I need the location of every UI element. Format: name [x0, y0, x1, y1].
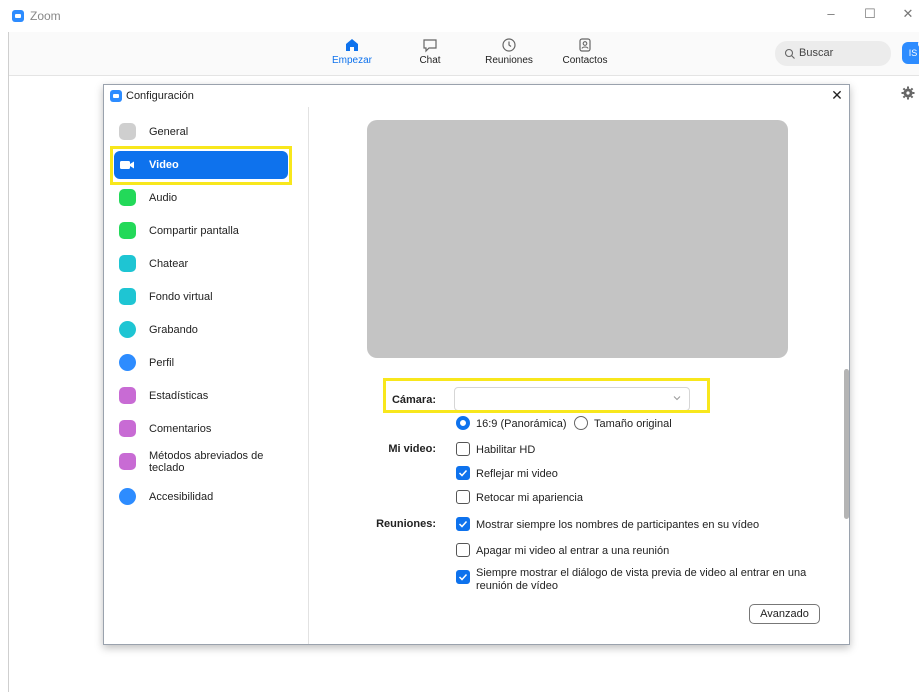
option-label: Mostrar siempre los nombres de participa… — [476, 519, 760, 531]
sidebar-item-fondo-virtual[interactable]: Fondo virtual — [114, 283, 288, 311]
virtual-background-icon — [119, 288, 136, 305]
option-label: Habilitar HD — [476, 444, 536, 456]
sidebar-item-label: Chatear — [149, 258, 189, 270]
sidebar-item-label: Audio — [149, 192, 178, 204]
option-label: Siempre mostrar el diálogo de vista prev… — [476, 567, 807, 592]
checkmark-icon — [458, 573, 468, 581]
record-icon — [119, 321, 136, 338]
camera-highlight-box — [383, 378, 710, 413]
checkbox[interactable] — [456, 490, 470, 504]
settings-sidebar: General Video Audio Compartir pantalla C… — [104, 107, 309, 644]
zoom-logo-icon — [110, 90, 122, 102]
sidebar-item-label: Compartir pantalla — [149, 225, 239, 237]
option-label: Retocar mi apariencia — [476, 492, 583, 504]
sidebar-item-chatear[interactable]: Chatear — [114, 250, 288, 278]
mi-video-label: Mi video: — [388, 443, 436, 455]
nav-tab-chat[interactable]: Chat — [400, 36, 460, 66]
option-label: Apagar mi video al entrar a una reunión — [476, 545, 670, 557]
keyboard-icon — [119, 453, 136, 470]
contacts-icon — [579, 38, 591, 52]
option-label: 16:9 (Panorámica) — [476, 418, 567, 430]
nav-label: Chat — [419, 55, 441, 66]
gear-icon — [119, 123, 136, 140]
video-preview — [367, 120, 788, 358]
option-label: Tamaño original — [594, 418, 672, 430]
reuniones-label: Reuniones: — [376, 518, 436, 530]
maximize-button[interactable]: ☐ — [860, 6, 880, 22]
window-left-border — [8, 32, 9, 692]
sidebar-item-compartir-pantalla[interactable]: Compartir pantalla — [114, 217, 288, 245]
checkmark-icon — [458, 469, 468, 477]
dialog-title-bar: Configuración ✕ — [104, 85, 849, 107]
main-title-bar: Zoom – ☐ ✕ — [0, 0, 919, 32]
sidebar-item-comentarios[interactable]: Comentarios — [114, 415, 288, 443]
video-settings-panel: Cámara: 16:9 (Panorámica) Tamaño origina… — [310, 107, 849, 644]
feedback-icon — [119, 420, 136, 437]
scrollbar-thumb[interactable] — [844, 369, 849, 519]
sidebar-item-label: Fondo virtual — [149, 291, 213, 303]
nav-tab-contactos[interactable]: Contactos — [555, 36, 615, 66]
statistics-icon — [119, 387, 136, 404]
sidebar-item-label: Estadísticas — [149, 390, 209, 402]
sidebar-item-perfil[interactable]: Perfil — [114, 349, 288, 377]
home-icon — [346, 39, 358, 51]
nav-label: Reuniones — [485, 55, 533, 66]
search-placeholder: Buscar — [799, 47, 834, 59]
app-title: Zoom — [30, 9, 61, 23]
nav-label: Empezar — [331, 55, 372, 66]
nav-tab-empezar[interactable]: Empezar — [322, 36, 382, 66]
checkbox[interactable] — [456, 543, 470, 557]
checkmark-icon — [458, 520, 468, 528]
close-window-button[interactable]: ✕ — [898, 6, 918, 22]
sidebar-item-audio[interactable]: Audio — [114, 184, 288, 212]
settings-gear-icon[interactable] — [901, 86, 915, 100]
search-icon — [784, 48, 795, 59]
zoom-logo-icon — [12, 10, 24, 22]
accessibility-icon — [119, 488, 136, 505]
headphones-icon — [119, 189, 136, 206]
chat-icon — [423, 39, 437, 53]
sidebar-item-label: Métodos abreviados de teclado — [149, 450, 264, 474]
sidebar-item-metodos-abreviados[interactable]: Métodos abreviados de teclado — [114, 448, 288, 476]
minimize-button[interactable]: – — [821, 6, 841, 21]
sidebar-item-label: Comentarios — [149, 423, 212, 435]
dialog-close-button[interactable]: ✕ — [829, 87, 845, 104]
advanced-button[interactable]: Avanzado — [749, 604, 820, 624]
chat-bubble-icon — [119, 255, 136, 272]
sidebar-item-estadisticas[interactable]: Estadísticas — [114, 382, 288, 410]
search-input[interactable]: Buscar — [775, 41, 891, 66]
vista-previa-checkbox[interactable]: Siempre mostrar el diálogo de vista prev… — [456, 567, 826, 592]
sidebar-item-label: General — [149, 126, 189, 138]
checkbox-checked[interactable] — [456, 466, 470, 480]
avatar[interactable]: IS — [902, 42, 919, 64]
top-navigation-bar: Empezar Chat Reuniones Contactos Buscar … — [9, 32, 919, 76]
sidebar-item-label: Perfil — [149, 357, 175, 369]
settings-dialog: Configuración ✕ General Video Audio Comp… — [103, 84, 850, 645]
clock-icon — [502, 38, 516, 52]
profile-icon — [119, 354, 136, 371]
checkbox-checked[interactable] — [456, 517, 470, 531]
nav-label: Contactos — [562, 55, 608, 66]
dialog-title: Configuración — [126, 90, 194, 102]
sidebar-item-grabando[interactable]: Grabando — [114, 316, 288, 344]
checkbox-checked[interactable] — [456, 570, 470, 584]
option-label: Reflejar mi video — [476, 468, 558, 480]
radio-button[interactable] — [456, 416, 470, 430]
sidebar-item-label: Grabando — [149, 324, 198, 336]
radio-button[interactable] — [574, 416, 588, 430]
nav-tab-reuniones[interactable]: Reuniones — [479, 36, 539, 66]
sidebar-item-accesibilidad[interactable]: Accesibilidad — [114, 483, 288, 511]
sidebar-item-general[interactable]: General — [114, 118, 288, 146]
video-highlight-box — [110, 146, 292, 185]
share-screen-icon — [119, 222, 136, 239]
sidebar-item-label: Accesibilidad — [149, 491, 214, 503]
checkbox[interactable] — [456, 442, 470, 456]
